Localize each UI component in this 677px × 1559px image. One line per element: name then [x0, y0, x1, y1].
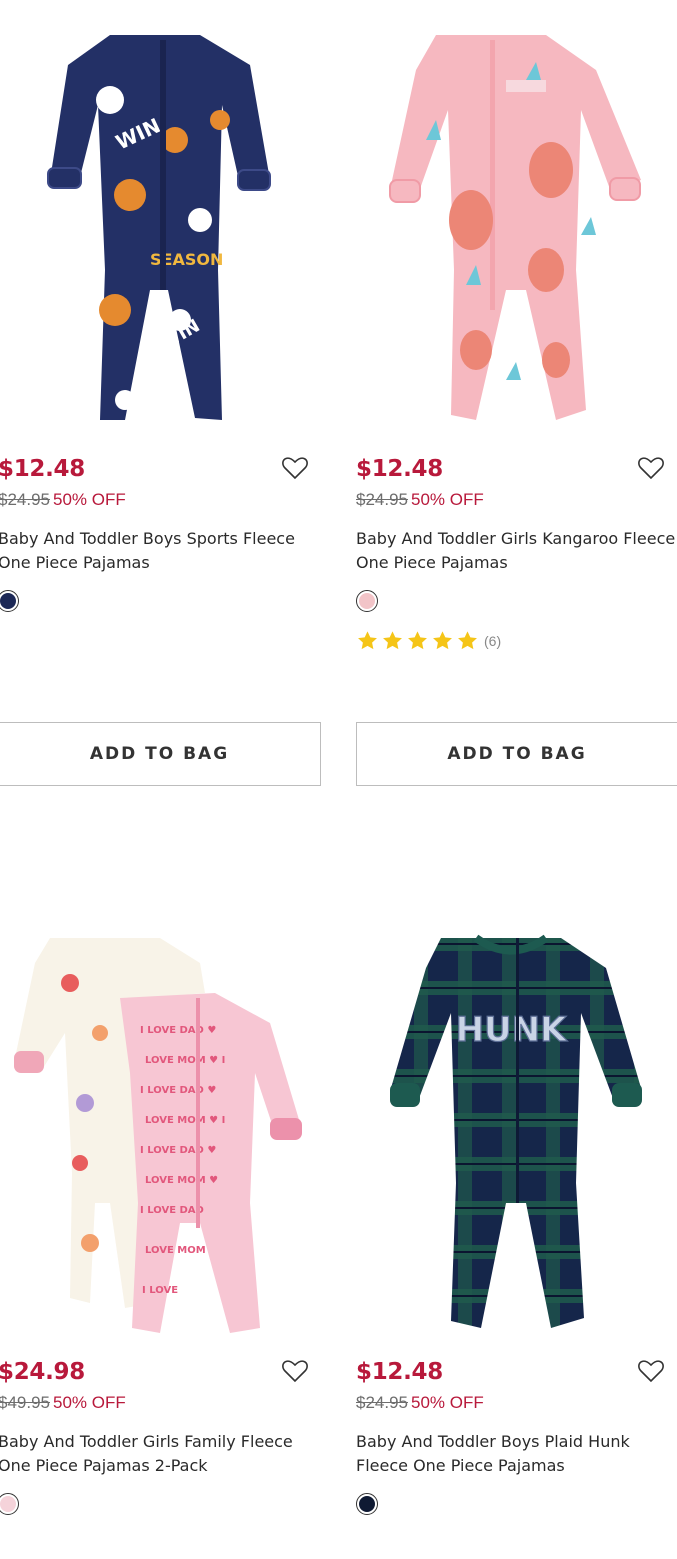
svg-text:I LOVE: I LOVE	[142, 1285, 178, 1296]
product-image-kangaroo-pajamas[interactable]	[356, 20, 676, 440]
price-row: $12.48	[356, 1355, 677, 1389]
original-price-row: $24.95 50% OFF	[356, 488, 484, 512]
product-image-family-2-pack[interactable]: I LOVE DAD ♥ LOVE MOM ♥ I I LOVE DAD ♥ L…	[0, 923, 320, 1343]
svg-text:I LOVE DAD ♥: I LOVE DAD ♥	[140, 1025, 216, 1036]
color-swatch[interactable]	[0, 590, 19, 612]
product-name[interactable]: Baby And Toddler Girls Kangaroo Fleece O…	[356, 527, 677, 575]
product-name[interactable]: Baby And Toddler Girls Family Fleece One…	[0, 1430, 320, 1478]
star-rating[interactable]: (6)	[356, 628, 501, 654]
product-name[interactable]: Baby And Toddler Boys Sports Fleece One …	[0, 527, 320, 575]
image-print-text: HUNK	[456, 1010, 569, 1050]
price-row: $24.98	[0, 1355, 322, 1389]
add-to-bag-button[interactable]: ADD TO BAG	[0, 722, 321, 786]
sale-price: $12.48	[0, 456, 85, 482]
original-price: $49.95	[0, 1393, 50, 1412]
original-price-row: $49.95 50% OFF	[0, 1391, 126, 1415]
star-icon	[383, 631, 402, 650]
sale-price: $12.48	[356, 1359, 443, 1385]
heart-outline-icon[interactable]	[282, 1359, 308, 1383]
price-row: $12.48	[356, 452, 677, 486]
discount-label: 50% OFF	[53, 1393, 126, 1412]
original-price-row: $24.95 50% OFF	[356, 1391, 484, 1415]
color-swatch[interactable]	[0, 1493, 19, 1515]
original-price: $24.95	[0, 490, 50, 509]
product-name[interactable]: Baby And Toddler Boys Plaid Hunk Fleece …	[356, 1430, 677, 1478]
heart-outline-icon[interactable]	[282, 456, 308, 480]
sale-price: $12.48	[356, 456, 443, 482]
heart-outline-icon[interactable]	[638, 456, 664, 480]
star-icon	[358, 631, 377, 650]
svg-text:I LOVE DAD: I LOVE DAD	[140, 1205, 204, 1216]
star-icon	[433, 631, 452, 650]
star-icon	[458, 631, 477, 650]
color-swatch[interactable]	[356, 1493, 378, 1515]
svg-text:I LOVE DAD ♥: I LOVE DAD ♥	[140, 1085, 216, 1096]
heart-outline-icon[interactable]	[638, 1359, 664, 1383]
discount-label: 50% OFF	[411, 490, 484, 509]
star-icon	[408, 631, 427, 650]
svg-text:LOVE MOM ♥ I: LOVE MOM ♥ I	[145, 1055, 225, 1066]
add-to-bag-button[interactable]: ADD TO BAG	[356, 722, 677, 786]
review-count: (6)	[484, 633, 502, 649]
price-row: $12.48	[0, 452, 322, 486]
product-image-plaid-hunk-pajamas[interactable]: HUNK	[356, 923, 676, 1343]
product-image-sports-pajamas[interactable]: WIN WIN SEASON	[0, 20, 320, 440]
color-swatch[interactable]	[356, 590, 378, 612]
discount-label: 50% OFF	[411, 1393, 484, 1412]
svg-text:LOVE MOM ♥: LOVE MOM ♥	[145, 1175, 218, 1186]
svg-text:I LOVE DAD ♥: I LOVE DAD ♥	[140, 1145, 216, 1156]
original-price-row: $24.95 50% OFF	[0, 488, 126, 512]
svg-text:LOVE MOM ♥ I: LOVE MOM ♥ I	[145, 1115, 225, 1126]
original-price: $24.95	[356, 490, 408, 509]
original-price: $24.95	[356, 1393, 408, 1412]
discount-label: 50% OFF	[53, 490, 126, 509]
svg-text:LOVE MOM: LOVE MOM	[145, 1245, 206, 1256]
sale-price: $24.98	[0, 1359, 85, 1385]
